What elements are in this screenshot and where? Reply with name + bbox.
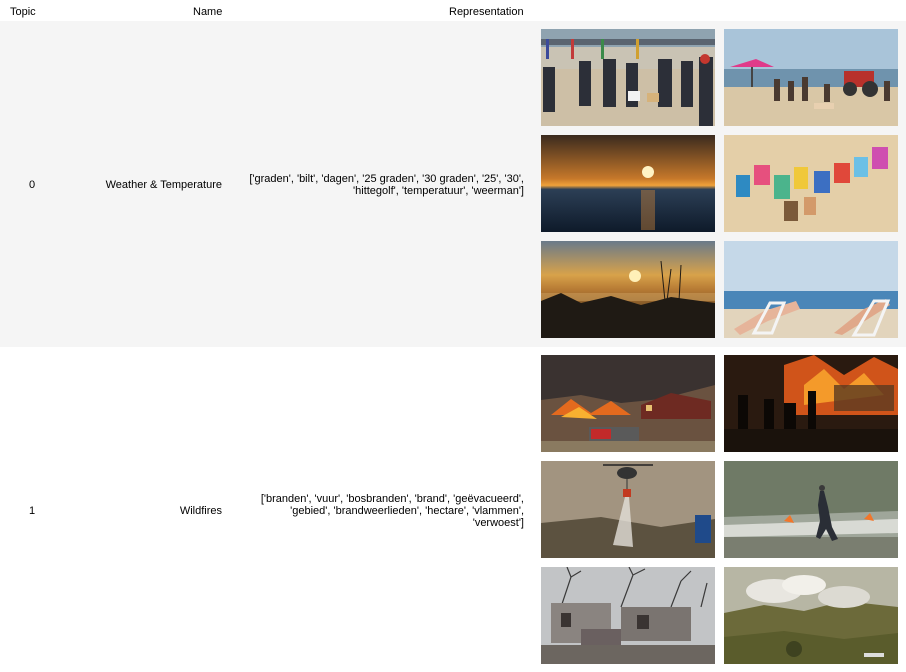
person-fleeing-smoke-photo (724, 461, 898, 558)
aerial-beach-sunbathers-photo (724, 135, 898, 232)
beach-crowd-with-dogs-photo (541, 29, 715, 126)
fire-near-house-photo (541, 355, 715, 452)
people-in-beach-chairs-photo (724, 241, 898, 338)
beach-with-tractor-photo (724, 29, 898, 126)
sunset-over-marsh-photo (541, 241, 715, 338)
smoke-over-hills-photo (724, 567, 898, 664)
header-topic: Topic (10, 6, 36, 18)
representation-cell: ['graden', 'bilt', 'dagen', '25 graden',… (249, 173, 524, 197)
header-name: Name (193, 6, 223, 18)
table-row: 1 Wildfires ['branden', 'vuur', 'bosbran… (0, 347, 906, 672)
firefighters-at-night-photo (724, 355, 898, 452)
topic-cell: 0 (28, 179, 36, 191)
name-cell: Weather & Temperature (105, 179, 222, 191)
helicopter-water-drop-photo (541, 461, 715, 558)
representation-cell: ['branden', 'vuur', 'bosbranden', 'brand… (260, 493, 524, 529)
burnt-house-ruins-photo (541, 567, 715, 664)
header-representation: Representation (449, 6, 524, 18)
sunset-over-sea-photo (541, 135, 715, 232)
topic-cell: 1 (28, 505, 36, 517)
name-cell: Wildfires (179, 505, 222, 517)
table-row: 0 Weather & Temperature ['graden', 'bilt… (0, 21, 906, 347)
